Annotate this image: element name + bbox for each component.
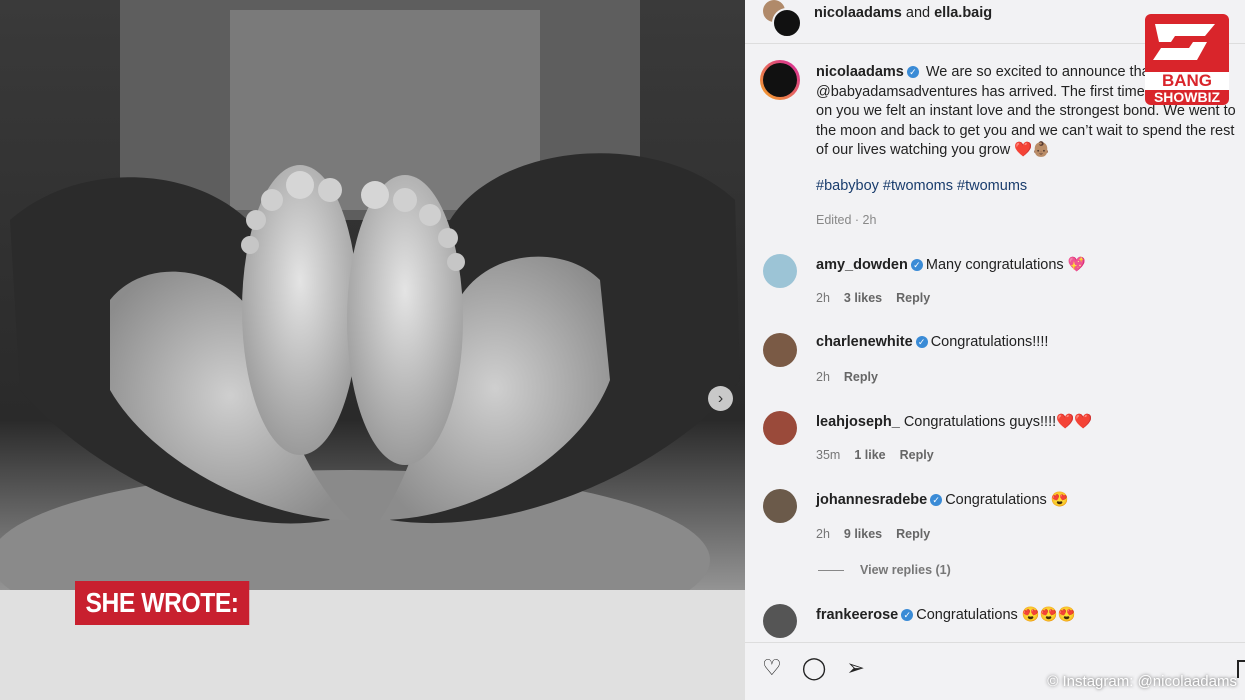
- lower-third-caption: SHE WROTE:: [75, 581, 250, 625]
- comment-likes[interactable]: 9 likes: [844, 527, 882, 541]
- comment-time: 2h: [816, 527, 830, 541]
- next-photo-button[interactable]: ›: [708, 386, 733, 411]
- comment-avatar[interactable]: [763, 333, 797, 367]
- verified-badge-icon: ✓: [930, 494, 943, 507]
- comment-meta: 35m 1 like Reply: [816, 448, 948, 462]
- view-replies-label: View replies (1): [860, 563, 951, 577]
- comment-avatar[interactable]: [763, 489, 797, 523]
- heart-icon[interactable]: ♡: [762, 655, 782, 681]
- bang-showbiz-logo: BANG SHOWBIZ: [1145, 14, 1229, 105]
- verified-badge-icon: ✓: [915, 336, 928, 349]
- comment-avatar[interactable]: [763, 604, 797, 638]
- reply-button[interactable]: Reply: [900, 448, 934, 462]
- post-header: nicolaadams and ella.baig: [814, 5, 992, 21]
- comment-text: Congratulations guys!!!!❤️❤️: [903, 414, 1093, 430]
- logo-bottom-text: SHOWBIZ: [1145, 90, 1229, 105]
- comment: charlenewhite ✓ Congratulations!!!!: [816, 334, 1048, 350]
- comment-username[interactable]: johannesradebe: [816, 492, 927, 508]
- comment-text: Congratulations 😍: [945, 492, 1069, 508]
- comment: frankeerose ✓ Congratulations 😍😍😍: [816, 606, 1076, 623]
- header-and: and: [905, 5, 931, 21]
- comment-avatar[interactable]: [763, 411, 797, 445]
- logo-mark: [1145, 14, 1229, 72]
- caption-author[interactable]: nicolaadams: [816, 64, 904, 80]
- comment-likes[interactable]: 1 like: [854, 448, 885, 462]
- comment-avatar[interactable]: [763, 254, 797, 288]
- edited-timestamp: Edited · 2h: [816, 213, 877, 227]
- comment-text: Congratulations 😍😍😍: [916, 607, 1076, 623]
- comment: amy_dowden ✓ Many congratulations 💖: [816, 256, 1086, 273]
- comment-meta: 2h 3 likes Reply: [816, 291, 944, 305]
- header-avatar[interactable]: [772, 8, 802, 38]
- comment-username[interactable]: frankeerose: [816, 607, 898, 623]
- comment-meta: 2h Reply: [816, 370, 892, 384]
- view-replies-button[interactable]: View replies (1): [818, 563, 951, 577]
- chevron-right-icon: ›: [717, 389, 724, 407]
- comment-username[interactable]: charlenewhite: [816, 334, 913, 350]
- logo-swoosh: [1153, 24, 1215, 60]
- reply-button[interactable]: Reply: [896, 527, 930, 541]
- comment-meta: 2h 9 likes Reply: [816, 527, 944, 541]
- verified-badge-icon: ✓: [906, 66, 919, 79]
- verified-badge-icon: ✓: [901, 609, 914, 622]
- reply-button[interactable]: Reply: [896, 291, 930, 305]
- instagram-comments-panel: nicolaadams and ella.baig nicolaadams ✓ W…: [745, 0, 1245, 700]
- comment-username[interactable]: leahjoseph_: [816, 414, 900, 430]
- post-actions: ♡ ◯ ➢: [762, 655, 865, 681]
- image-credit: © Instagram: @nicolaadams: [1047, 673, 1237, 690]
- comment-text: Congratulations!!!!: [930, 334, 1049, 350]
- comment-likes[interactable]: 3 likes: [844, 291, 882, 305]
- comment-time: 35m: [816, 448, 841, 462]
- comment: leahjoseph_ Congratulations guys!!!!❤️❤️: [816, 413, 1092, 430]
- divider: [818, 570, 844, 572]
- divider: [745, 642, 1245, 643]
- post-hashtags[interactable]: #babyboy #twomoms #twomums: [816, 178, 1027, 194]
- comment: johannesradebe ✓ Congratulations 😍: [816, 491, 1069, 508]
- comment-icon[interactable]: ◯: [802, 655, 827, 681]
- comment-text: Many congratulations 💖: [925, 257, 1086, 273]
- verified-badge-icon: ✓: [910, 259, 923, 272]
- author-avatar[interactable]: [760, 60, 800, 100]
- header-user-2[interactable]: ella.baig: [934, 5, 992, 21]
- send-icon[interactable]: ➢: [846, 655, 864, 681]
- header-user-1[interactable]: nicolaadams: [814, 5, 902, 21]
- comment-time: 2h: [816, 291, 830, 305]
- bookmark-icon[interactable]: [1237, 660, 1245, 678]
- comment-username[interactable]: amy_dowden: [816, 257, 908, 273]
- reply-button[interactable]: Reply: [844, 370, 878, 384]
- logo-top-text: BANG: [1145, 72, 1229, 90]
- comment-time: 2h: [816, 370, 830, 384]
